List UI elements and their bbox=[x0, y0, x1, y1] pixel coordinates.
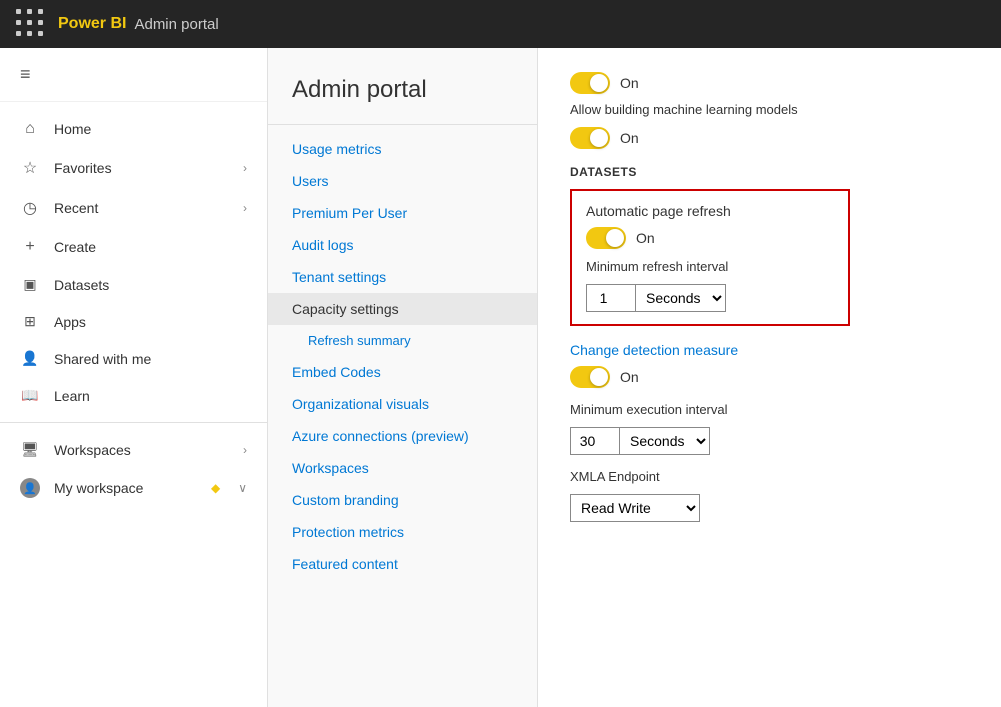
admin-nav-audit-logs[interactable]: Audit logs bbox=[268, 229, 537, 261]
min-execution-input-group: Seconds Minutes Hours bbox=[570, 427, 969, 455]
sidebar-item-label: Shared with me bbox=[54, 351, 247, 367]
apps-icon: ⊞ bbox=[20, 313, 40, 330]
toggle3-label: On bbox=[636, 230, 655, 246]
admin-nav-premium-per-user[interactable]: Premium Per User bbox=[268, 197, 537, 229]
xmla-section: XMLA Endpoint Read Write Read Only Off bbox=[570, 469, 969, 522]
star-icon: ☆ bbox=[20, 158, 40, 178]
toggle4[interactable] bbox=[570, 366, 610, 388]
sidebar-item-label: Create bbox=[54, 239, 247, 255]
sidebar-item-home[interactable]: ⌂ Home bbox=[0, 110, 267, 148]
sidebar-item-shared[interactable]: 👤 Shared with me bbox=[0, 340, 267, 377]
toggle3[interactable] bbox=[586, 227, 626, 249]
admin-nav-users[interactable]: Users bbox=[268, 165, 537, 197]
datasets-icon: ▣ bbox=[20, 276, 40, 293]
admin-nav-usage-metrics[interactable]: Usage metrics bbox=[268, 133, 537, 165]
brand: Power BI Admin portal bbox=[58, 15, 219, 33]
person-icon: 👤 bbox=[20, 350, 40, 367]
sidebar-item-myworkspace[interactable]: 👤 My workspace ◆ ∨ bbox=[0, 468, 267, 508]
logo: Power BI bbox=[58, 15, 126, 33]
auto-refresh-title: Automatic page refresh bbox=[586, 203, 834, 219]
sidebar-item-label: Learn bbox=[54, 388, 247, 404]
avatar-icon: 👤 bbox=[20, 478, 40, 498]
sidebar-item-label: Apps bbox=[54, 314, 247, 330]
min-execution-label: Minimum execution interval bbox=[570, 402, 969, 417]
sidebar-item-label: My workspace bbox=[54, 480, 197, 496]
execution-section: Minimum execution interval Seconds Minut… bbox=[570, 402, 969, 455]
admin-nav-refresh-summary[interactable]: Refresh summary bbox=[268, 325, 537, 356]
admin-nav-workspaces[interactable]: Workspaces bbox=[268, 452, 537, 484]
min-execution-input[interactable] bbox=[570, 427, 620, 455]
book-icon: 📖 bbox=[20, 387, 40, 404]
toggle2-label: On bbox=[620, 130, 639, 146]
toggle4-label: On bbox=[620, 369, 639, 385]
min-refresh-select[interactable]: Seconds Minutes Hours bbox=[636, 284, 726, 312]
min-refresh-input-group: Seconds Minutes Hours bbox=[586, 284, 834, 312]
auto-refresh-box: Automatic page refresh On Minimum refres… bbox=[570, 189, 850, 326]
admin-panel: Admin portal Usage metrics Users Premium… bbox=[268, 48, 538, 707]
sidebar-item-learn[interactable]: 📖 Learn bbox=[0, 377, 267, 414]
sidebar-item-apps[interactable]: ⊞ Apps bbox=[0, 303, 267, 340]
admin-nav-azure-connections[interactable]: Azure connections (preview) bbox=[268, 420, 537, 452]
xmla-label: XMLA Endpoint bbox=[570, 469, 969, 484]
sidebar-item-label: Datasets bbox=[54, 277, 247, 293]
min-refresh-label: Minimum refresh interval bbox=[586, 259, 834, 274]
topbar-title: Admin portal bbox=[134, 16, 218, 33]
sidebar-item-create[interactable]: + Create bbox=[0, 228, 267, 266]
sidebar-item-datasets[interactable]: ▣ Datasets bbox=[0, 266, 267, 303]
chevron-right-icon: › bbox=[243, 443, 247, 457]
min-refresh-input[interactable] bbox=[586, 284, 636, 312]
toggle2[interactable] bbox=[570, 127, 610, 149]
chevron-down-icon: ∨ bbox=[238, 481, 247, 495]
datasets-header: DATASETS bbox=[570, 165, 969, 179]
toggle2-row: On bbox=[570, 127, 969, 149]
toggle1-label: On bbox=[620, 75, 639, 91]
monitor-icon: 🖥 bbox=[20, 441, 40, 458]
allow-ml-label: Allow building machine learning models bbox=[570, 102, 969, 117]
sidebar-nav: ⌂ Home ☆ Favorites › ◷ Recent › + Create… bbox=[0, 102, 267, 516]
admin-nav: Usage metrics Users Premium Per User Aud… bbox=[268, 125, 537, 588]
admin-nav-capacity-settings[interactable]: Capacity settings bbox=[268, 293, 537, 325]
hamburger-button[interactable]: ≡ bbox=[0, 48, 267, 102]
admin-nav-protection-metrics[interactable]: Protection metrics bbox=[268, 516, 537, 548]
chevron-right-icon: › bbox=[243, 161, 247, 175]
sidebar-item-label: Recent bbox=[54, 200, 229, 216]
toggle3-row: On bbox=[586, 227, 834, 249]
apps-grid-icon[interactable] bbox=[16, 9, 46, 39]
toggle1-row: On bbox=[570, 72, 969, 94]
xmla-select[interactable]: Read Write Read Only Off bbox=[570, 494, 700, 522]
admin-nav-embed-codes[interactable]: Embed Codes bbox=[268, 356, 537, 388]
admin-nav-tenant-settings[interactable]: Tenant settings bbox=[268, 261, 537, 293]
main-layout: ≡ ⌂ Home ☆ Favorites › ◷ Recent › + Crea… bbox=[0, 48, 1001, 707]
diamond-icon: ◆ bbox=[211, 481, 220, 495]
min-execution-select[interactable]: Seconds Minutes Hours bbox=[620, 427, 710, 455]
clock-icon: ◷ bbox=[20, 198, 40, 218]
toggle1[interactable] bbox=[570, 72, 610, 94]
content-area: On Allow building machine learning model… bbox=[538, 48, 1001, 707]
chevron-right-icon: › bbox=[243, 201, 247, 215]
sidebar-item-label: Workspaces bbox=[54, 442, 229, 458]
sidebar-item-label: Favorites bbox=[54, 160, 229, 176]
sidebar-item-favorites[interactable]: ☆ Favorites › bbox=[0, 148, 267, 188]
toggle4-row: On bbox=[570, 366, 969, 388]
plus-icon: + bbox=[20, 238, 40, 256]
admin-nav-featured-content[interactable]: Featured content bbox=[268, 548, 537, 580]
sidebar-item-workspaces[interactable]: 🖥 Workspaces › bbox=[0, 431, 267, 468]
home-icon: ⌂ bbox=[20, 120, 40, 138]
sidebar-item-label: Home bbox=[54, 121, 247, 137]
sidebar: ≡ ⌂ Home ☆ Favorites › ◷ Recent › + Crea… bbox=[0, 48, 268, 707]
admin-nav-org-visuals[interactable]: Organizational visuals bbox=[268, 388, 537, 420]
topbar: Power BI Admin portal bbox=[0, 0, 1001, 48]
sidebar-item-recent[interactable]: ◷ Recent › bbox=[0, 188, 267, 228]
admin-nav-custom-branding[interactable]: Custom branding bbox=[268, 484, 537, 516]
change-detection-label[interactable]: Change detection measure bbox=[570, 342, 969, 358]
admin-panel-title: Admin portal bbox=[268, 48, 537, 125]
